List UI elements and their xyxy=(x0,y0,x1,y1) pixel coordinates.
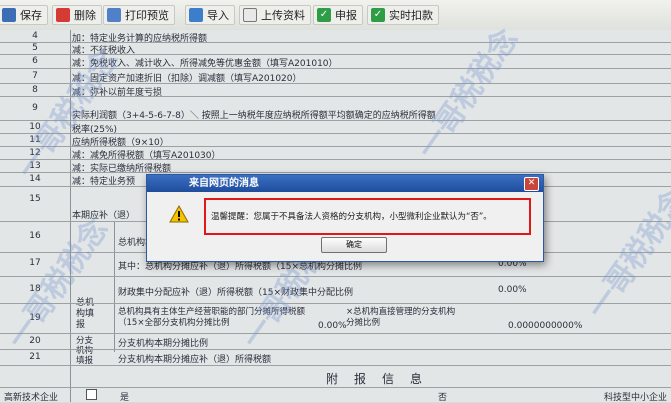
row-number: 15 xyxy=(29,194,41,204)
delete-button[interactable]: 删除 xyxy=(52,5,102,25)
warning-icon xyxy=(169,205,189,223)
import-button[interactable]: 导入 xyxy=(185,5,235,25)
upload-button[interactable]: 上传资料 xyxy=(239,5,311,25)
table-row: 18 财政集中分配应补（退）所得税额（15×财政集中分配比例 0.00% xyxy=(0,276,671,304)
realtime-deduct-button[interactable]: ✓ 实时扣款 xyxy=(367,5,439,25)
yes-label: 是 xyxy=(120,393,130,403)
row-number: 4 xyxy=(32,31,38,41)
print-preview-button[interactable]: 打印预览 xyxy=(103,5,175,25)
row-label: 分支机构本期分摊应补（退）所得税额 xyxy=(118,355,272,365)
toolbar: 保存 删除 打印预览 导入 上传资料 ✓ 申报 ✓ 实时扣款 xyxy=(0,0,671,31)
row-label: 分支机构本期分摊比例 xyxy=(118,339,209,349)
table-row: 12 减：减免所得税额（填写A201030） xyxy=(0,146,671,161)
table-row: 11 应纳所得税额（9×10） xyxy=(0,133,671,148)
checkmark-icon: ✓ xyxy=(317,8,331,22)
percent-value: 0.0000000000% xyxy=(508,321,583,331)
table-row: 高新技术企业 是 否 科技型中小企业 xyxy=(0,387,671,403)
table-row: 9 实际利润额（3+4-5-6-7-8）＼ 按照上一纳税年度应纳税所得额平均额确… xyxy=(0,96,671,121)
attached-info-header: 附 报 信 息 xyxy=(0,365,671,388)
message-dialog: 来自网页的消息 ✕ 温馨提醒：您属于不具备法人资格的分支机构，小型微利企业默认为… xyxy=(146,174,544,262)
dialog-message: 温馨提醒：您属于不具备法人资格的分支机构，小型微利企业默认为“否”。 xyxy=(211,212,492,222)
dialog-title: 来自网页的消息 xyxy=(189,178,259,189)
percent-value: 0.00% xyxy=(318,321,347,331)
printer-icon xyxy=(107,8,121,22)
message-highlight-box: 温馨提醒：您属于不具备法人资格的分支机构，小型微利企业默认为“否”。 xyxy=(204,198,531,235)
tech-sme-label: 科技型中小企业 xyxy=(604,393,668,403)
table-row: 13 减：实际已缴纳所得税额 xyxy=(0,159,671,174)
row-label: ×总机构直接管理的分支机构分摊比例 xyxy=(346,307,456,328)
delete-icon xyxy=(56,8,70,22)
close-icon[interactable]: ✕ xyxy=(524,177,539,191)
row-label: 财政集中分配应补（退）所得税额（15×财政集中分配比例 xyxy=(118,288,353,298)
high-tech-label: 高新技术企业 xyxy=(4,393,59,403)
row-number: 5 xyxy=(32,43,38,53)
high-tech-checkbox[interactable] xyxy=(86,389,97,400)
save-button[interactable]: 保存 xyxy=(0,5,48,25)
declare-button[interactable]: ✓ 申报 xyxy=(313,5,363,25)
table-row: 10 税率(25%) xyxy=(0,120,671,135)
percent-value: 0.00% xyxy=(498,285,527,295)
checkmark-icon: ✓ xyxy=(371,8,385,22)
row-number: 6 xyxy=(32,56,38,66)
upload-icon xyxy=(243,8,257,22)
table-row: 19 总机构具有主体生产经营职能的部门分摊所得税额（15×全部分支机构分摊比例 … xyxy=(0,303,671,334)
import-icon xyxy=(189,8,203,22)
table-row: 20 分支机构本期分摊比例 xyxy=(0,333,671,350)
attached-info-title: 附 报 信 息 xyxy=(326,372,425,386)
table-row: 21 分支机构本期分摊应补（退）所得税额 xyxy=(0,349,671,366)
dialog-title-bar: 来自网页的消息 ✕ xyxy=(147,175,543,192)
save-icon xyxy=(2,8,16,22)
no-label: 否 xyxy=(438,393,448,403)
ok-button[interactable]: 确定 xyxy=(321,237,387,253)
row-number: 21 xyxy=(29,352,41,362)
